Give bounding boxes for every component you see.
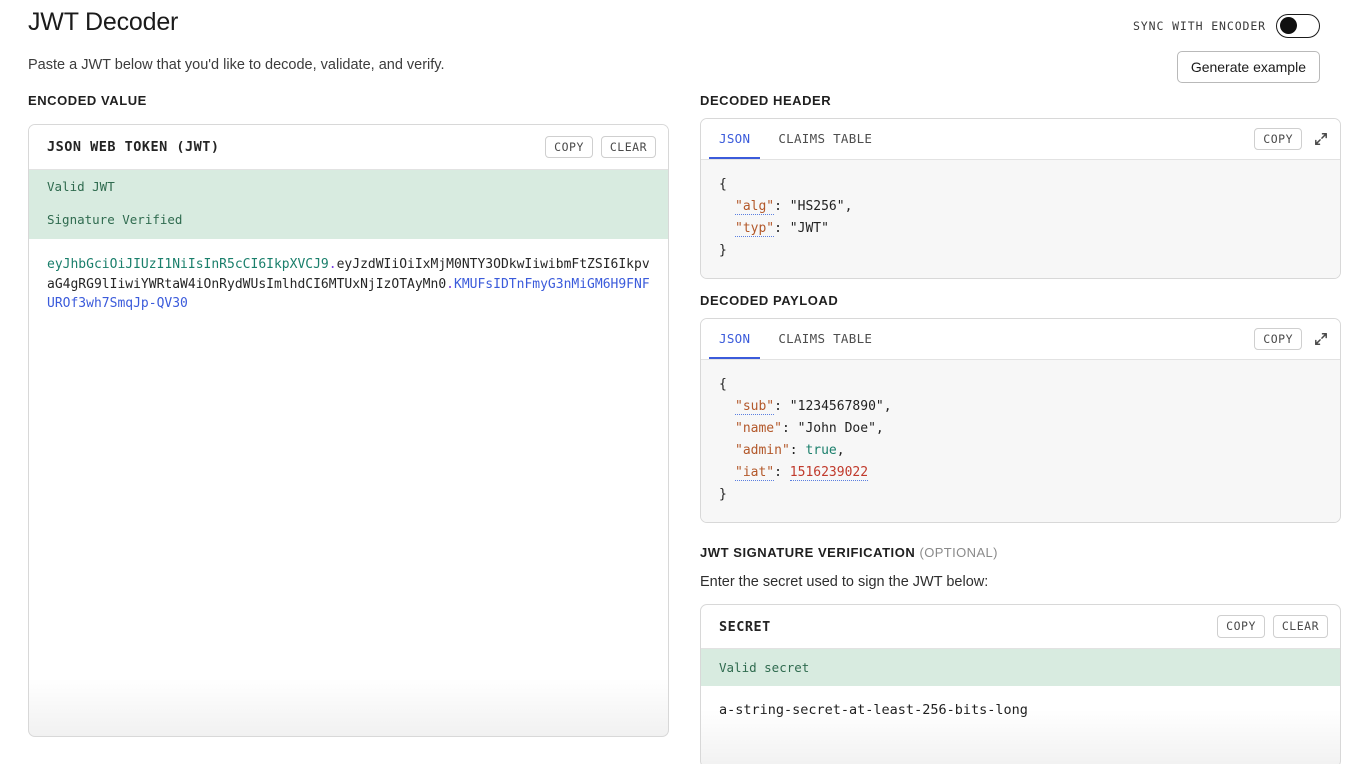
jwt-copy-button[interactable]: COPY xyxy=(545,135,593,159)
jwt-signature-status: Signature Verified xyxy=(47,211,183,227)
json-colon-0: : xyxy=(774,399,790,414)
secret-input[interactable]: a-string-secret-at-least-256-bits-long xyxy=(701,686,1340,764)
signature-optional-tag: (OPTIONAL) xyxy=(919,545,998,560)
sync-with-encoder-toggle[interactable] xyxy=(1276,14,1320,38)
json-row: "alg": "HS256", xyxy=(719,196,1322,218)
secret-card: SECRET COPY CLEAR Valid secret a-string-… xyxy=(700,604,1341,764)
tab-payload-json[interactable]: JSON xyxy=(709,319,761,359)
token-separator-1: . xyxy=(328,257,337,272)
jwt-card-actions: COPY CLEAR xyxy=(545,135,656,159)
json-row: "iat": 1516239022 xyxy=(719,462,1322,484)
json-key-name: "name" xyxy=(735,421,782,436)
decoded-payload-tabbar: JSON CLAIMS TABLE COPY xyxy=(701,319,1340,360)
decoded-header-json: { "alg": "HS256", "typ": "JWT" } xyxy=(701,160,1340,278)
json-key-alg[interactable]: "alg" xyxy=(735,199,775,215)
secret-help-text: Enter the secret used to sign the JWT be… xyxy=(700,574,989,590)
secret-value-text: a-string-secret-at-least-256-bits-long xyxy=(719,702,1028,718)
decoded-header-tabbar: JSON CLAIMS TABLE COPY xyxy=(701,119,1340,160)
secret-clear-button[interactable]: CLEAR xyxy=(1272,615,1328,638)
tab-payload-claims-table[interactable]: CLAIMS TABLE xyxy=(768,319,882,359)
toggle-knob xyxy=(1280,17,1297,35)
secret-card-actions: COPY CLEAR xyxy=(1217,615,1328,638)
json-colon-0: : xyxy=(774,199,790,214)
decoded-header-section: DECODED HEADER JSON CLAIMS TABLE COPY {… xyxy=(700,93,1341,279)
json-value-alg: "HS256" xyxy=(789,199,845,214)
decoded-header-copy-button[interactable]: COPY xyxy=(1254,127,1302,151)
jwt-token-input[interactable]: eyJhbGciOiJIUzI1NiIsInR5cCI6IkpXVCJ9.eyJ… xyxy=(29,239,668,736)
page-subtitle: Paste a JWT below that you'd like to dec… xyxy=(28,57,445,73)
decoded-payload-json: { "sub": "1234567890", "name": "John Doe… xyxy=(701,360,1340,522)
jwt-status-banner: Valid JWT Signature Verified xyxy=(29,170,668,239)
json-comma-2: , xyxy=(836,443,845,458)
decoded-payload-label: DECODED PAYLOAD xyxy=(700,293,839,308)
json-key-typ[interactable]: "typ" xyxy=(735,221,775,237)
json-colon-1: : xyxy=(781,421,798,436)
json-close-brace: } xyxy=(719,243,727,258)
generate-example-button[interactable]: Generate example xyxy=(1176,51,1320,83)
json-open-brace: { xyxy=(719,377,727,392)
secret-card-header: SECRET COPY CLEAR xyxy=(701,605,1340,649)
json-value-typ: "JWT" xyxy=(789,221,829,236)
decoded-payload-tabs: JSON CLAIMS TABLE xyxy=(701,319,882,359)
json-close-brace: } xyxy=(719,487,727,502)
json-key-sub[interactable]: "sub" xyxy=(735,399,775,415)
decoded-header-card: JSON CLAIMS TABLE COPY { "alg": "HS256",… xyxy=(700,118,1341,279)
json-value-admin: true xyxy=(805,443,837,458)
json-value-name: "John Doe" xyxy=(797,421,876,436)
jwt-card-title: JSON WEB TOKEN (JWT) xyxy=(47,139,220,155)
json-row: "name": "John Doe", xyxy=(719,418,1322,440)
signature-verification-section: JWT SIGNATURE VERIFICATION (OPTIONAL) En… xyxy=(700,545,1341,764)
encoded-value-label: ENCODED VALUE xyxy=(28,93,147,108)
json-row: "admin": true, xyxy=(719,440,1322,462)
jwt-valid-status: Valid JWT xyxy=(47,179,115,194)
tab-header-claims-table[interactable]: CLAIMS TABLE xyxy=(768,119,882,159)
json-open-brace: { xyxy=(719,177,727,192)
secret-copy-button[interactable]: COPY xyxy=(1217,615,1265,638)
jwt-card: JSON WEB TOKEN (JWT) COPY CLEAR Valid JW… xyxy=(28,124,669,737)
decoded-payload-section: DECODED PAYLOAD JSON CLAIMS TABLE COPY {… xyxy=(700,293,1341,523)
json-comma-0: , xyxy=(883,399,892,414)
tab-header-json[interactable]: JSON xyxy=(709,119,761,159)
json-key-admin: "admin" xyxy=(735,443,790,458)
json-colon-1: : xyxy=(774,221,790,236)
scroll-fade-overlay xyxy=(29,678,668,736)
json-value-sub: "1234567890" xyxy=(789,399,884,414)
jwt-decoder-page: JWT Decoder Paste a JWT below that you'd… xyxy=(0,0,1348,764)
expand-diagonal-icon[interactable] xyxy=(1312,130,1330,148)
jwt-clear-button[interactable]: CLEAR xyxy=(600,135,656,159)
expand-diagonal-icon[interactable] xyxy=(1312,330,1330,348)
json-comma-0: , xyxy=(844,199,853,214)
secret-status-banner: Valid secret xyxy=(701,649,1340,686)
decoded-payload-card: JSON CLAIMS TABLE COPY { "sub": "1234567… xyxy=(700,318,1341,523)
json-value-iat[interactable]: 1516239022 xyxy=(789,465,869,481)
decoded-header-tabs: JSON CLAIMS TABLE xyxy=(701,119,882,159)
json-row: "sub": "1234567890", xyxy=(719,396,1322,418)
sync-with-encoder-label: SYNC WITH ENCODER xyxy=(1132,19,1266,33)
json-row: "typ": "JWT" xyxy=(719,218,1322,240)
json-colon-2: : xyxy=(789,443,806,458)
page-title: JWT Decoder xyxy=(28,8,179,36)
token-header-segment: eyJhbGciOiJIUzI1NiIsInR5cCI6IkpXVCJ9 xyxy=(47,257,329,272)
sync-with-encoder-control[interactable]: SYNC WITH ENCODER xyxy=(1133,14,1320,38)
decoded-payload-copy-button[interactable]: COPY xyxy=(1254,327,1302,351)
secret-card-title: SECRET xyxy=(719,618,771,635)
decoded-payload-actions: COPY xyxy=(1254,327,1330,351)
decoded-header-label: DECODED HEADER xyxy=(700,93,832,108)
json-key-iat[interactable]: "iat" xyxy=(735,465,775,481)
jwt-card-header: JSON WEB TOKEN (JWT) COPY CLEAR xyxy=(29,125,668,170)
json-comma-1: , xyxy=(875,421,884,436)
decoded-header-actions: COPY xyxy=(1254,127,1330,151)
token-separator-2: . xyxy=(446,276,454,292)
signature-verification-label: JWT SIGNATURE VERIFICATION (OPTIONAL) xyxy=(700,545,1341,560)
signature-verification-title: JWT SIGNATURE VERIFICATION xyxy=(700,545,916,560)
encoded-value-panel: JSON WEB TOKEN (JWT) COPY CLEAR Valid JW… xyxy=(28,124,669,737)
json-colon-3: : xyxy=(774,465,790,480)
